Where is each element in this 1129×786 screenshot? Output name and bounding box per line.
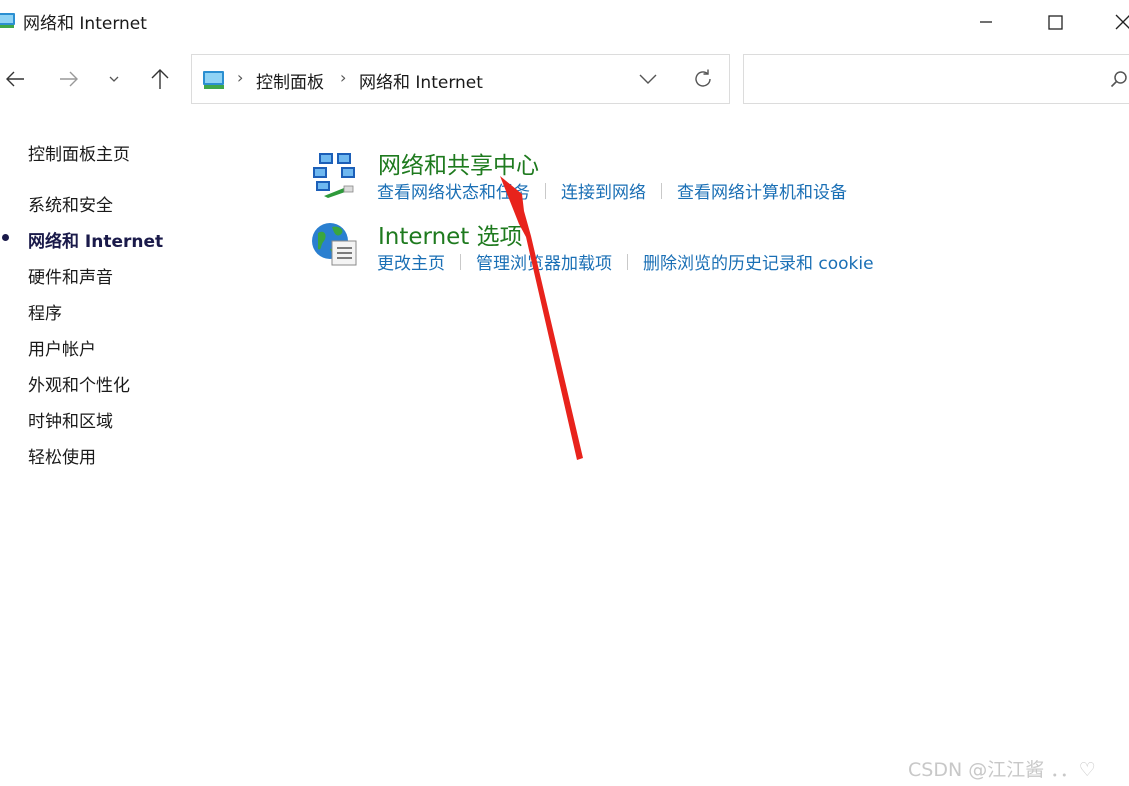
link-view-network-computers[interactable]: 查看网络计算机和设备 (677, 178, 847, 203)
control-panel-icon (0, 13, 15, 28)
network-sharing-title[interactable]: 网络和共享中心 (378, 146, 539, 180)
link-connect-to-network[interactable]: 连接到网络 (561, 178, 646, 203)
link-change-homepage[interactable]: 更改主页 (377, 249, 445, 274)
sidebar-item-appearance[interactable]: 外观和个性化 (28, 371, 130, 396)
link-view-network-status[interactable]: 查看网络状态和任务 (377, 178, 530, 203)
sidebar-item-programs[interactable]: 程序 (28, 299, 62, 324)
chevron-down-icon (109, 76, 119, 82)
back-button[interactable] (0, 64, 30, 94)
breadcrumb-network-internet[interactable]: 网络和 Internet (359, 68, 483, 93)
network-sharing-icon[interactable] (310, 150, 360, 200)
sidebar-item-system-security[interactable]: 系统和安全 (28, 191, 113, 216)
annotation-arrow (500, 176, 583, 460)
navigation-bar: › 控制面板 › 网络和 Internet (0, 54, 1129, 106)
arrow-up-icon (151, 69, 169, 89)
link-delete-browsing-history[interactable]: 删除浏览的历史记录和 cookie (643, 249, 874, 274)
link-divider (661, 182, 662, 199)
breadcrumb-control-panel[interactable]: 控制面板 (256, 68, 324, 93)
window-title: 网络和 Internet (23, 14, 147, 34)
link-divider (627, 253, 628, 270)
breadcrumb-separator: › (237, 68, 244, 87)
sidebar-item-ease-of-access[interactable]: 轻松使用 (28, 443, 96, 468)
control-panel-icon (203, 71, 224, 89)
sidebar-item-hardware-sound[interactable]: 硬件和声音 (28, 263, 113, 288)
active-indicator (2, 234, 9, 241)
network-sharing-links: 查看网络状态和任务 连接到网络 查看网络计算机和设备 (377, 178, 847, 203)
sidebar-item-clock-region[interactable]: 时钟和区域 (28, 407, 113, 432)
forward-button[interactable] (54, 64, 84, 94)
arrow-right-icon (60, 71, 78, 87)
internet-options-icon[interactable] (310, 219, 360, 269)
sidebar-item-control-panel-home[interactable]: 控制面板主页 (28, 140, 130, 165)
close-icon (1115, 14, 1129, 30)
sidebar-item-user-accounts[interactable]: 用户帐户 (28, 335, 96, 360)
maximize-button[interactable] (1032, 6, 1078, 38)
link-divider (460, 253, 461, 270)
address-bar[interactable]: › 控制面板 › 网络和 Internet (191, 54, 730, 104)
search-input[interactable] (743, 54, 1129, 104)
minimize-icon (980, 21, 992, 23)
refresh-icon[interactable] (692, 68, 714, 90)
sidebar-item-network-internet[interactable]: 网络和 Internet (28, 227, 163, 252)
up-button[interactable] (145, 64, 175, 94)
minimize-button[interactable] (963, 6, 1009, 38)
close-button[interactable] (1100, 6, 1129, 38)
title-bar: 网络和 Internet (0, 0, 1129, 44)
link-divider (545, 182, 546, 199)
link-manage-add-ons[interactable]: 管理浏览器加载项 (476, 249, 612, 274)
arrow-left-icon (6, 71, 24, 87)
search-icon (1110, 71, 1127, 88)
recent-locations-button[interactable] (99, 64, 129, 94)
internet-options-title[interactable]: Internet 选项 (378, 217, 523, 251)
chevron-down-icon[interactable] (638, 68, 658, 90)
watermark: CSDN @江江酱 ．．♡ (908, 759, 1096, 781)
maximize-icon (1047, 14, 1063, 30)
internet-options-links: 更改主页 管理浏览器加载项 删除浏览的历史记录和 cookie (377, 249, 874, 274)
breadcrumb-separator: › (340, 68, 347, 87)
